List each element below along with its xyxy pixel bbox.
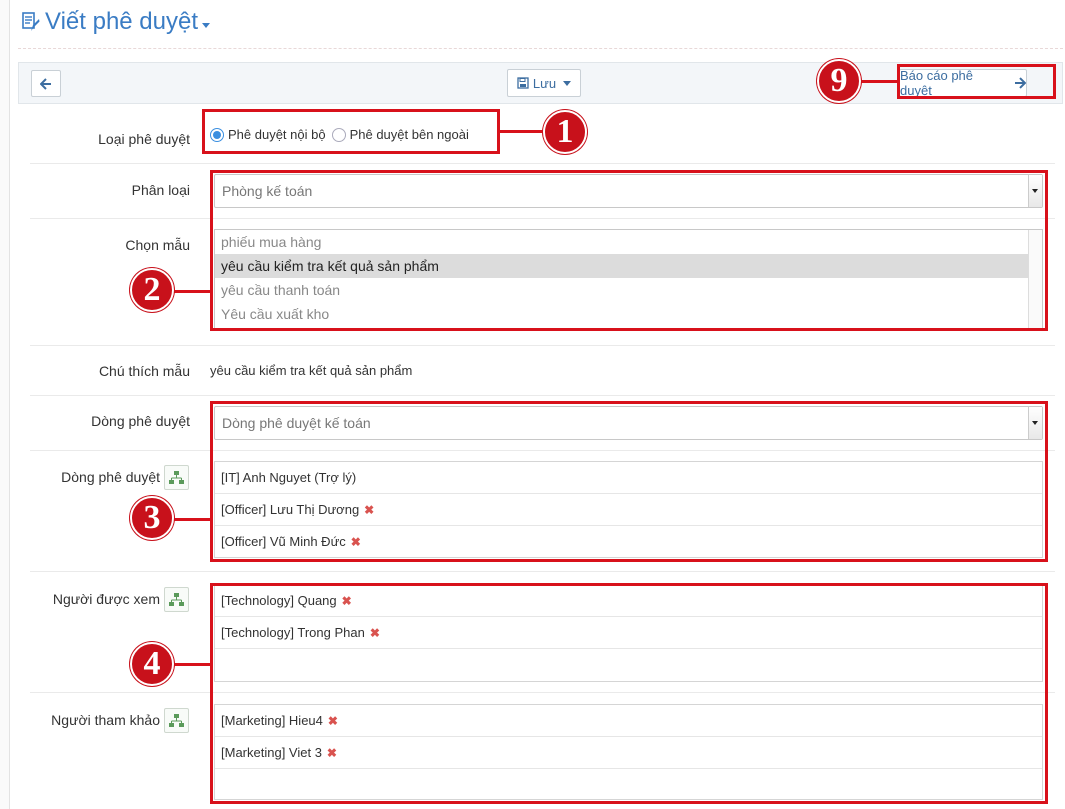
annotation-marker-9: 9 — [817, 59, 861, 103]
toolbar: Lưu Báo cáo phê duyệt — [18, 62, 1063, 104]
radio-external[interactable] — [331, 127, 346, 142]
row-divider — [30, 692, 1055, 693]
viewer-item: [Technology] Trong Phan ✖ — [215, 617, 1042, 649]
approval-line-select-label: Dòng phê duyệt — [91, 413, 190, 429]
template-option[interactable]: yêu cầu thanh toán — [215, 278, 1028, 302]
page-header[interactable]: Viết phê duyệt — [22, 6, 211, 38]
save-label: Lưu — [532, 75, 557, 91]
row-divider — [30, 571, 1055, 572]
row-divider — [30, 163, 1055, 164]
approval-line-item-label: [IT] Anh Nguyet (Trợ lý) — [221, 469, 357, 485]
approval-report-button[interactable]: Báo cáo phê duyệt — [899, 68, 1027, 98]
annotation-connector — [172, 290, 210, 293]
arrow-right-icon — [1015, 77, 1026, 89]
viewers-list: [Technology] Quang ✖ [Technology] Trong P… — [214, 584, 1043, 682]
org-chart-button[interactable] — [164, 587, 189, 612]
viewer-item: [Technology] Quang ✖ — [215, 585, 1042, 617]
save-button[interactable]: Lưu — [507, 69, 581, 97]
viewer-item-label: [Technology] Trong Phan — [221, 624, 365, 640]
template-label: Chọn mẫu — [125, 237, 190, 253]
template-note-label: Chú thích mẫu — [98, 363, 190, 379]
dropdown-arrow-icon[interactable] — [1028, 407, 1042, 439]
approval-line-list: [IT] Anh Nguyet (Trợ lý) [Officer] Lưu T… — [214, 461, 1043, 558]
viewer-add-area[interactable] — [215, 649, 1042, 683]
references-list: [Marketing] Hieu4 ✖ [Marketing] Viet 3 ✖ — [214, 704, 1043, 800]
approval-line-item-label: [Officer] Vũ Minh Đức — [221, 534, 346, 549]
category-select[interactable]: Phòng kế toán — [214, 174, 1043, 208]
viewer-item-label: [Technology] Quang — [221, 592, 337, 608]
org-chart-icon — [169, 470, 184, 484]
remove-icon[interactable]: ✖ — [364, 494, 374, 526]
org-chart-icon — [169, 713, 184, 727]
divider — [18, 48, 1063, 49]
approval-line-item: [Officer] Lưu Thị Dương ✖ — [215, 494, 1042, 526]
row-divider — [30, 345, 1055, 346]
approval-line-select[interactable]: Dòng phê duyệt kế toán — [214, 406, 1043, 440]
left-edge — [0, 0, 10, 809]
chevron-down-icon — [563, 80, 572, 86]
category-label: Phân loại — [131, 182, 190, 198]
remove-icon[interactable]: ✖ — [351, 526, 361, 558]
approval-type-radio-group: Phê duyệt nội bộ Phê duyệt bên ngoài — [210, 127, 475, 142]
approval-type-label: Loại phê duyệt — [98, 131, 190, 147]
row-divider — [30, 450, 1055, 451]
approval-line-select-value: Dòng phê duyệt kế toán — [222, 415, 371, 431]
row-divider — [30, 218, 1055, 219]
radio-internal-label[interactable]: Phê duyệt nội bộ — [228, 127, 326, 142]
annotation-connector — [172, 518, 210, 521]
remove-icon[interactable]: ✖ — [370, 617, 380, 649]
radio-external-label[interactable]: Phê duyệt bên ngoài — [350, 127, 469, 142]
approval-report-label: Báo cáo phê duyệt — [900, 68, 974, 98]
floppy-disk-icon — [517, 77, 529, 89]
reference-item: [Marketing] Viet 3 ✖ — [215, 737, 1042, 769]
annotation-connector — [172, 663, 210, 666]
template-option[interactable]: Yêu cầu xuất kho — [215, 302, 1028, 326]
radio-internal[interactable] — [210, 127, 224, 142]
annotation-marker-2: 2 — [130, 268, 174, 312]
approval-line-item-label: [Officer] Lưu Thị Dương — [221, 501, 360, 517]
template-note-value: yêu cầu kiểm tra kết quả sản phẩm — [210, 363, 413, 378]
row-divider — [30, 395, 1055, 396]
back-button[interactable] — [31, 70, 61, 97]
page-title: Viết phê duyệt — [45, 8, 199, 35]
viewers-label: Người được xem — [52, 591, 160, 607]
org-chart-button[interactable] — [164, 465, 189, 490]
template-listbox[interactable]: phiếu mua hàng yêu cầu kiểm tra kết quả … — [214, 229, 1043, 329]
chevron-down-icon[interactable] — [202, 22, 211, 28]
template-option-selected[interactable]: yêu cầu kiểm tra kết quả sản phẩm — [215, 254, 1028, 278]
annotation-connector — [500, 130, 544, 133]
reference-item: [Marketing] Hieu4 ✖ — [215, 705, 1042, 737]
dropdown-arrow-icon[interactable] — [1028, 175, 1042, 207]
org-chart-button[interactable] — [164, 708, 189, 733]
remove-icon[interactable]: ✖ — [342, 585, 352, 617]
scrollbar[interactable] — [1028, 230, 1042, 328]
annotation-marker-4: 4 — [130, 642, 174, 686]
approval-line-item: [Officer] Vũ Minh Đức ✖ — [215, 526, 1042, 558]
annotation-marker-1: 1 — [543, 110, 587, 154]
reference-item-label: [Marketing] Hieu4 — [221, 712, 323, 728]
remove-icon[interactable]: ✖ — [328, 705, 338, 737]
remove-icon[interactable]: ✖ — [327, 737, 337, 769]
annotation-connector — [860, 80, 897, 83]
document-edit-icon — [22, 12, 40, 32]
reference-add-area[interactable] — [215, 769, 1042, 803]
category-value: Phòng kế toán — [222, 183, 313, 199]
approval-line-item: [IT] Anh Nguyet (Trợ lý) — [215, 462, 1042, 494]
org-chart-icon — [169, 592, 184, 606]
annotation-marker-3: 3 — [130, 496, 174, 540]
references-label: Người tham khảo — [51, 712, 160, 728]
template-option[interactable]: phiếu mua hàng — [215, 230, 1028, 254]
approval-line-label: Dòng phê duyệt — [61, 469, 160, 485]
reference-item-label: [Marketing] Viet 3 — [221, 744, 322, 760]
arrow-left-icon — [40, 77, 51, 90]
